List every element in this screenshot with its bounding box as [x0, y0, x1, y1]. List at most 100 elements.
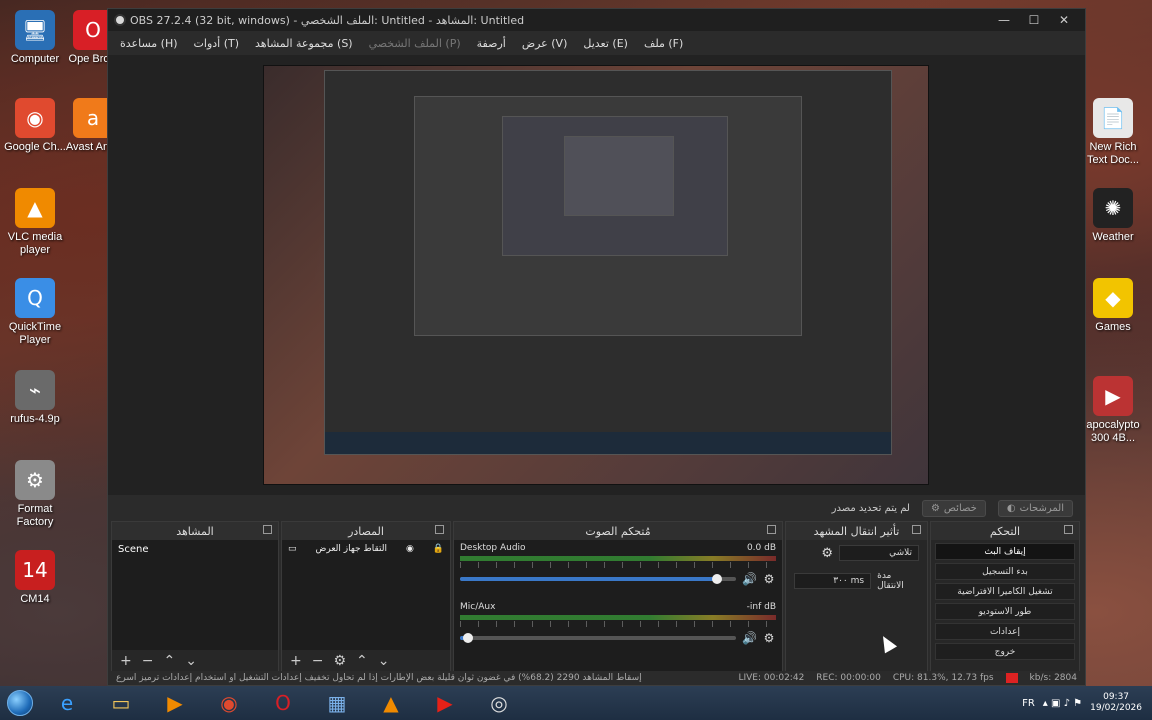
mixer-title: مُتحكم الصوت — [585, 524, 651, 538]
speaker-icon[interactable]: 🔊 — [742, 572, 757, 586]
move-down-icon[interactable]: ⌄ — [378, 653, 390, 669]
control-button[interactable]: خروج — [935, 643, 1075, 660]
ie-icon[interactable]: e — [40, 686, 94, 720]
add-source-button[interactable]: + — [290, 653, 302, 669]
audio-mixer-dock: مُتحكم الصوت Desktop Audio 0.0 dB 🔊 ⚙ Mic/Au… — [453, 521, 783, 673]
filter-icon: ◐ — [1006, 502, 1016, 514]
track-name: Desktop Audio — [460, 543, 526, 553]
desktop-icon[interactable]: ⌁ rufus-4.9p — [0, 370, 70, 426]
obs-app-icon — [114, 14, 126, 26]
monitor-icon: ▭ — [288, 544, 297, 554]
windows-logo-icon — [7, 690, 33, 716]
menu-item[interactable]: الملف الشخصي (P) — [369, 37, 461, 50]
gear-icon: ⚙ — [930, 502, 940, 514]
transition-type-select[interactable]: تلاشي — [839, 545, 919, 561]
transition-duration-input[interactable]: ٣٠٠ ms — [794, 573, 872, 589]
menu-item[interactable]: أدوات (T) — [194, 37, 240, 50]
obs-icon[interactable]: ◎ — [472, 686, 526, 720]
title-bar[interactable]: OBS 27.2.4 (32 bit, windows) - الملف الش… — [108, 9, 1085, 31]
quicktime-icon: Q — [15, 278, 55, 318]
preview-canvas[interactable] — [263, 65, 929, 485]
maximize-button[interactable]: ☐ — [1019, 13, 1049, 27]
gear-icon[interactable]: ⚙ — [821, 546, 833, 561]
add-scene-button[interactable]: + — [120, 653, 132, 669]
desktop-icon[interactable]: Q QuickTime Player — [0, 278, 70, 346]
eye-icon[interactable]: ◉ — [406, 544, 414, 554]
chrome-icon: ◉ — [15, 98, 55, 138]
menu-item[interactable]: تعديل (E) — [583, 37, 628, 50]
volume-slider[interactable] — [460, 574, 736, 584]
clock-date: 19/02/2026 — [1090, 703, 1142, 713]
transitions-title: تأثير انتقال المشهد — [813, 524, 900, 538]
tray-icons[interactable]: ▴ ▣ ♪ ⚑ — [1043, 698, 1082, 709]
remove-source-button[interactable]: − — [312, 653, 324, 669]
minimize-button[interactable]: — — [989, 13, 1019, 27]
mixer-track: Desktop Audio 0.0 dB 🔊 ⚙ — [454, 540, 782, 589]
desktop-icon[interactable]: ▶ apocalypto 300 4B... — [1078, 376, 1148, 444]
desktop-icon-label: apocalypto 300 4B... — [1086, 419, 1140, 444]
undock-icon[interactable] — [263, 525, 272, 534]
gear-icon[interactable]: ⚙ — [762, 572, 776, 586]
cpu-indicator: CPU: 81.3%, 12.73 fps — [892, 673, 994, 683]
move-up-icon[interactable]: ⌃ — [163, 653, 175, 669]
undock-icon[interactable] — [435, 525, 444, 534]
media-player-icon[interactable]: ▶ — [148, 686, 202, 720]
menu-item[interactable]: ملف (F) — [644, 37, 683, 50]
undock-icon[interactable] — [912, 525, 921, 534]
control-button[interactable]: تشغيل الكاميرا الافتراضية — [935, 583, 1075, 600]
filters-button[interactable]: ◐ المرشحات — [997, 499, 1073, 517]
vlc-icon: ▲ — [15, 188, 55, 228]
desktop-icon[interactable]: ◆ Games — [1078, 278, 1148, 334]
start-button[interactable] — [0, 686, 40, 720]
menu-item[interactable]: مساعدة (H) — [120, 37, 178, 50]
chrome-icon[interactable]: ◉ — [202, 686, 256, 720]
usb-icon: ⌁ — [15, 370, 55, 410]
controls-dock: التحكم إيقاف البث بدء التسجيل تشغيل الكامي… — [930, 521, 1080, 673]
desktop-icon[interactable]: 14 CM14 — [0, 550, 70, 606]
move-up-icon[interactable]: ⌃ — [356, 653, 368, 669]
vlc-icon[interactable]: ▲ — [364, 686, 418, 720]
remove-scene-button[interactable]: − — [142, 653, 154, 669]
network-icon[interactable]: ▦ — [310, 686, 364, 720]
menu-item[interactable]: مجموعة المشاهد (S) — [255, 37, 353, 50]
taskbar: e ▭ ▶ ◉ O ▦ ▲ ▶ ◎ FR ▴ ▣ ♪ ⚑ 09:37 19/02/2026 — [0, 686, 1152, 720]
control-button[interactable]: إعدادات — [935, 623, 1075, 640]
clock-time: 09:37 — [1103, 691, 1130, 702]
volume-slider[interactable] — [460, 633, 736, 643]
computer-icon: 🖥 — [15, 10, 55, 50]
system-tray: FR ▴ ▣ ♪ ⚑ 09:37 19/02/2026 — [1022, 692, 1152, 715]
desktop-icon-label: Format Factory — [16, 503, 54, 528]
menu-item[interactable]: عرض (V) — [522, 37, 568, 50]
desktop-icon[interactable]: ⚙ Format Factory — [0, 460, 70, 528]
control-button[interactable]: إيقاف البث — [935, 543, 1075, 560]
desktop-icon[interactable]: ✺ Weather — [1078, 188, 1148, 244]
control-button[interactable]: طور الاستوديو — [935, 603, 1075, 620]
sources-title: المصادر — [348, 524, 384, 538]
desktop-icon-label: rufus-4.9p — [10, 413, 60, 425]
cm14-icon: 14 — [15, 550, 55, 590]
lock-icon[interactable]: 🔒 — [433, 544, 444, 554]
desktop-icon[interactable]: ▲ VLC media player — [0, 188, 70, 256]
desktop-icon[interactable]: 📄 New Rich Text Doc... — [1078, 98, 1148, 166]
dropped-frames-warning: إسقاط المشاهد 2290 (68.2%) في غضون ثوان … — [116, 673, 642, 683]
gear-icon[interactable]: ⚙ — [333, 653, 346, 669]
close-button[interactable]: ✕ — [1049, 13, 1079, 27]
scene-list-item[interactable]: Scene — [112, 540, 278, 559]
youtube-icon[interactable]: ▶ — [418, 686, 472, 720]
source-list-item[interactable]: ▭ التقاط جهاز العرض ◉ 🔒 — [282, 540, 450, 558]
move-down-icon[interactable]: ⌄ — [185, 653, 197, 669]
control-button[interactable]: بدء التسجيل — [935, 563, 1075, 580]
menu-item[interactable]: أرصفة — [477, 37, 506, 50]
undock-icon[interactable] — [767, 525, 776, 534]
opera-icon[interactable]: O — [256, 686, 310, 720]
undock-icon[interactable] — [1064, 525, 1073, 534]
language-indicator[interactable]: FR — [1022, 698, 1035, 709]
volume-meter — [460, 556, 776, 561]
scenes-dock: المشاهد Scene + − ⌃ ⌄ — [111, 521, 279, 673]
clock[interactable]: 09:37 19/02/2026 — [1090, 692, 1142, 715]
file-explorer-icon[interactable]: ▭ — [94, 686, 148, 720]
desktop-icon-label: Games — [1095, 321, 1131, 333]
gear-icon[interactable]: ⚙ — [762, 631, 776, 645]
properties-button[interactable]: ⚙ خصائص — [921, 499, 986, 517]
speaker-icon[interactable]: 🔊 — [742, 631, 757, 645]
